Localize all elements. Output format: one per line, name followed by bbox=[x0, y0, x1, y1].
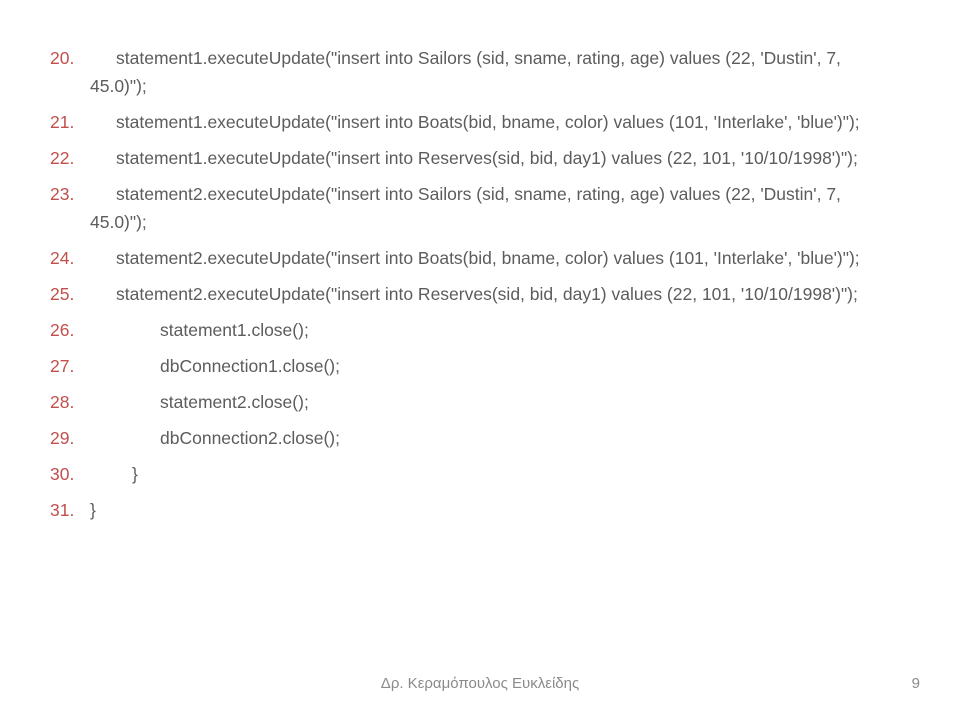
code-listing: 20.statement1.executeUpdate("insert into… bbox=[0, 0, 960, 524]
line-text: statement1.executeUpdate("insert into Bo… bbox=[90, 108, 894, 136]
code-line: 27.dbConnection1.close(); bbox=[50, 352, 894, 380]
line-number: 26. bbox=[50, 316, 90, 344]
line-text: } bbox=[90, 460, 894, 488]
line-number: 20. bbox=[50, 44, 90, 72]
line-number: 25. bbox=[50, 280, 90, 308]
code-line: 29.dbConnection2.close(); bbox=[50, 424, 894, 452]
code-line: 20.statement1.executeUpdate("insert into… bbox=[50, 44, 894, 100]
footer-author: Δρ. Κεραμόπουλος Ευκλείδης bbox=[0, 675, 960, 692]
line-number: 30. bbox=[50, 460, 90, 488]
line-text: statement1.executeUpdate("insert into Sa… bbox=[90, 44, 894, 100]
code-line: 24.statement2.executeUpdate("insert into… bbox=[50, 244, 894, 272]
line-text: statement2.executeUpdate("insert into Sa… bbox=[90, 180, 894, 236]
line-text: statement2.executeUpdate("insert into Bo… bbox=[90, 244, 894, 272]
line-text: statement2.close(); bbox=[90, 388, 894, 416]
code-line: 22.statement1.executeUpdate("insert into… bbox=[50, 144, 894, 172]
line-number: 31. bbox=[50, 496, 90, 524]
page-number: 9 bbox=[912, 675, 920, 692]
code-line: 25.statement2.executeUpdate("insert into… bbox=[50, 280, 894, 308]
line-number: 27. bbox=[50, 352, 90, 380]
code-line: 31.} bbox=[50, 496, 894, 524]
line-number: 28. bbox=[50, 388, 90, 416]
line-text: dbConnection2.close(); bbox=[90, 424, 894, 452]
code-line: 30.} bbox=[50, 460, 894, 488]
line-text: statement1.executeUpdate("insert into Re… bbox=[90, 144, 894, 172]
code-line: 26.statement1.close(); bbox=[50, 316, 894, 344]
line-text: dbConnection1.close(); bbox=[90, 352, 894, 380]
line-number: 29. bbox=[50, 424, 90, 452]
code-line: 28.statement2.close(); bbox=[50, 388, 894, 416]
line-text: statement1.close(); bbox=[90, 316, 894, 344]
line-number: 21. bbox=[50, 108, 90, 136]
line-number: 24. bbox=[50, 244, 90, 272]
line-number: 22. bbox=[50, 144, 90, 172]
line-text: statement2.executeUpdate("insert into Re… bbox=[90, 280, 894, 308]
line-number: 23. bbox=[50, 180, 90, 208]
code-line: 23.statement2.executeUpdate("insert into… bbox=[50, 180, 894, 236]
line-text: } bbox=[90, 496, 894, 524]
code-line: 21.statement1.executeUpdate("insert into… bbox=[50, 108, 894, 136]
